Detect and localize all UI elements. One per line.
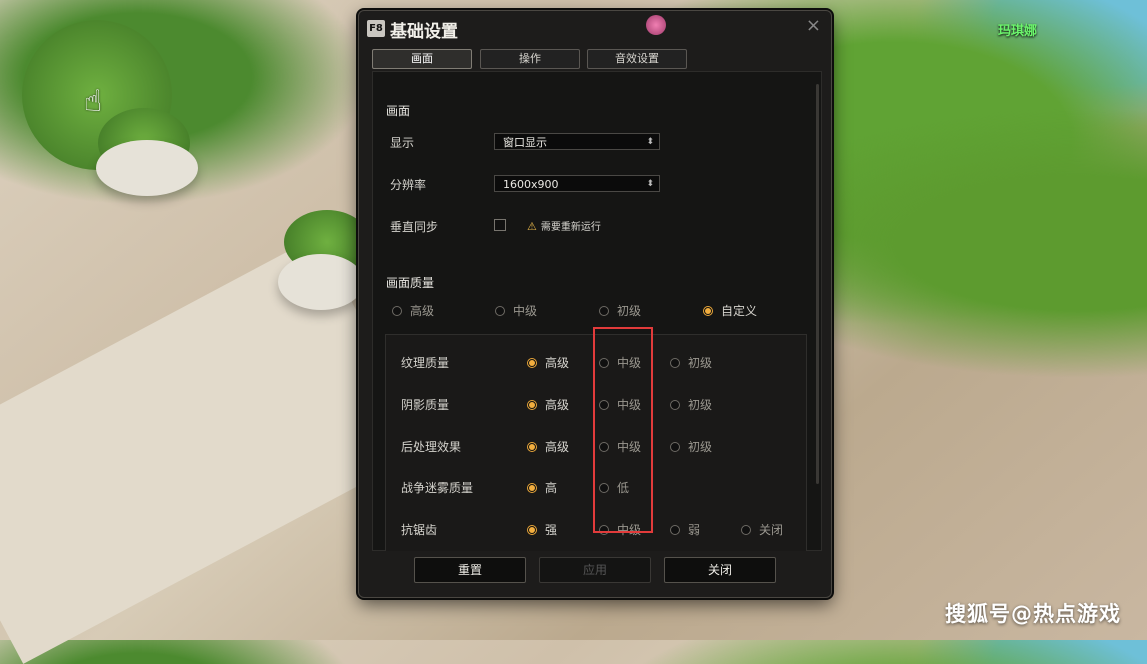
shadow-low-radio[interactable]: 初级 [670,396,712,413]
radio-dot [741,525,751,535]
radio-label: 高级 [545,356,570,370]
radio-dot [599,306,609,316]
apply-button[interactable]: 应用 [539,557,651,583]
radio-dot [527,442,537,452]
texture-high-radio[interactable]: 高级 [527,354,569,371]
radio-label: 强 [545,523,558,537]
dialog-titlebar[interactable]: F8 基础设置 × [359,11,831,47]
radio-dot [495,306,505,316]
warning-icon: ⚠ [527,220,537,233]
select-arrows-icon: ⬍ [646,179,654,189]
close-icon[interactable]: × [806,15,821,36]
preset-low-radio[interactable]: 初级 [599,302,641,319]
fog-high-radio[interactable]: 高 [527,479,557,496]
radio-label: 初级 [688,440,713,454]
hotkey-badge: F8 [367,20,385,37]
section-display: 画面 [386,104,411,118]
aa-off-radio[interactable]: 关闭 [741,521,783,538]
hand-cursor-icon: ☝ [84,84,103,119]
watermark: 搜狐号@热点游戏 [945,602,1121,626]
resolution-value: 1600x900 [503,178,559,191]
vsync-warning: ⚠ 需要重新运行 [527,218,601,233]
radio-label: 中级 [513,304,538,318]
radio-label: 关闭 [759,523,784,537]
radio-dot [670,358,680,368]
section-quality: 画面质量 [386,276,435,290]
radio-label: 高级 [545,398,570,412]
dialog-title: 基础设置 [390,22,458,42]
background-planter [96,140,198,196]
radio-label: 高级 [545,440,570,454]
radio-dot [670,400,680,410]
radio-dot [703,306,713,316]
postfx-high-radio[interactable]: 高级 [527,438,569,455]
radio-label: 初级 [688,398,713,412]
display-mode-select[interactable]: 窗口显示 ⬍ [494,133,660,150]
radio-dot [527,400,537,410]
shadow-high-radio[interactable]: 高级 [527,396,569,413]
aa-weak-radio[interactable]: 弱 [670,521,700,538]
radio-dot [670,442,680,452]
tab-sound-settings[interactable]: 音效设置 [587,49,687,69]
lotus-emblem-icon [646,15,666,35]
fog-of-war-quality-label: 战争迷雾质量 [401,481,474,495]
preset-custom-radio[interactable]: 自定义 [703,302,757,319]
post-processing-label: 后处理效果 [401,440,462,454]
select-arrows-icon: ⬍ [646,137,654,147]
postfx-low-radio[interactable]: 初级 [670,438,712,455]
texture-low-radio[interactable]: 初级 [670,354,712,371]
radio-label: 初级 [617,304,642,318]
texture-quality-label: 纹理质量 [401,356,450,370]
scrollbar[interactable] [816,84,819,484]
anti-aliasing-label: 抗锯齿 [401,523,438,537]
radio-label: 弱 [688,523,701,537]
resolution-label: 分辨率 [390,178,427,192]
preset-high-radio[interactable]: 高级 [392,302,434,319]
highlight-box [593,327,653,533]
radio-label: 高 [545,481,558,495]
display-mode-value: 窗口显示 [503,136,547,149]
tab-controls[interactable]: 操作 [480,49,580,69]
vsync-label: 垂直同步 [390,220,439,234]
aa-strong-radio[interactable]: 强 [527,521,557,538]
radio-dot [527,483,537,493]
radio-label: 高级 [410,304,435,318]
vsync-warning-text: 需要重新运行 [540,222,601,233]
radio-label: 初级 [688,356,713,370]
reset-button[interactable]: 重置 [414,557,526,583]
radio-dot [392,306,402,316]
npc-name: 玛琪娜 [998,24,1038,39]
radio-dot [527,525,537,535]
close-button[interactable]: 关闭 [664,557,776,583]
vsync-checkbox[interactable] [494,219,506,231]
radio-dot [670,525,680,535]
preset-medium-radio[interactable]: 中级 [495,302,537,319]
shadow-quality-label: 阴影质量 [401,398,450,412]
radio-dot [527,358,537,368]
display-mode-label: 显示 [390,136,415,150]
tab-display[interactable]: 画面 [372,49,472,69]
radio-label: 自定义 [721,304,758,318]
settings-dialog: F8 基础设置 × 画面 操作 音效设置 画面 显示 窗口显示 ⬍ 分辨率 16… [358,10,832,598]
resolution-select[interactable]: 1600x900 ⬍ [494,175,660,192]
background-planter [278,254,364,310]
